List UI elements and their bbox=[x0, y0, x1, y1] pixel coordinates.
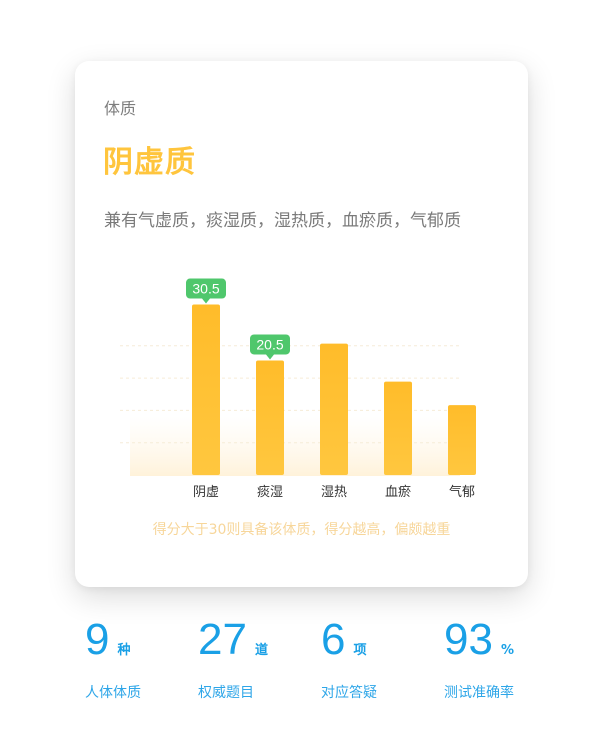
bar-4[interactable] bbox=[384, 381, 412, 475]
stat-caption: 对应答疑 bbox=[321, 685, 377, 701]
data-label: 20.5 bbox=[256, 336, 283, 352]
chart-category-labels: 阴虚 痰湿 湿热 血瘀 气郁 bbox=[193, 484, 475, 500]
constitution-bar-chart: 阴虚 痰湿 湿热 血瘀 气郁 30.5 20.5 bbox=[120, 278, 476, 500]
stat-unit: 道 bbox=[254, 643, 268, 658]
stat-unit: 种 bbox=[117, 643, 131, 658]
stat-constitution-count: 9种 人体体质 bbox=[85, 618, 205, 702]
bar-5[interactable] bbox=[448, 405, 476, 475]
stat-unit: % bbox=[500, 643, 514, 658]
constitution-type-title: 阴虚质 bbox=[103, 145, 196, 180]
category-label: 血瘀 bbox=[385, 484, 411, 500]
scoring-note: 得分大于30则具备该体质，得分越高，偏颇越重 bbox=[152, 522, 451, 538]
stat-answer-count: 6项 对应答疑 bbox=[321, 618, 441, 702]
stat-unit: 项 bbox=[353, 643, 367, 658]
stat-number: 6 bbox=[321, 615, 346, 664]
secondary-constitutions: 兼有气虚质，痰湿质，湿热质，血瘀质，气郁质 bbox=[104, 211, 461, 231]
stat-question-count: 27 道 权威题目 bbox=[198, 618, 318, 702]
category-label: 湿热 bbox=[321, 485, 347, 500]
constitution-card: 体质 阴虚质 兼有气虚质，痰湿质，湿热质，血瘀质，气郁质 阴虚 痰湿 湿热 血瘀 气郁 … bbox=[75, 61, 528, 587]
stat-number: 9 bbox=[85, 615, 110, 664]
data-label-pointer bbox=[202, 298, 210, 304]
stat-accuracy: 93% 测试准确率 bbox=[444, 618, 564, 702]
bar-3[interactable] bbox=[320, 343, 348, 475]
bar-1[interactable] bbox=[192, 304, 220, 475]
stat-caption: 人体体质 bbox=[85, 685, 141, 701]
card-label: 体质 bbox=[104, 99, 137, 118]
category-label: 痰湿 bbox=[257, 484, 283, 500]
data-label-pointer bbox=[266, 354, 274, 360]
stat-number: 27 bbox=[198, 615, 247, 664]
stat-number: 93 bbox=[444, 615, 493, 664]
category-label: 气郁 bbox=[449, 484, 475, 500]
data-label: 30.5 bbox=[192, 281, 219, 297]
stat-caption: 测试准确率 bbox=[444, 685, 514, 701]
category-label: 阴虚 bbox=[193, 485, 219, 500]
stat-caption: 权威题目 bbox=[198, 685, 254, 701]
bar-2[interactable] bbox=[256, 360, 284, 475]
